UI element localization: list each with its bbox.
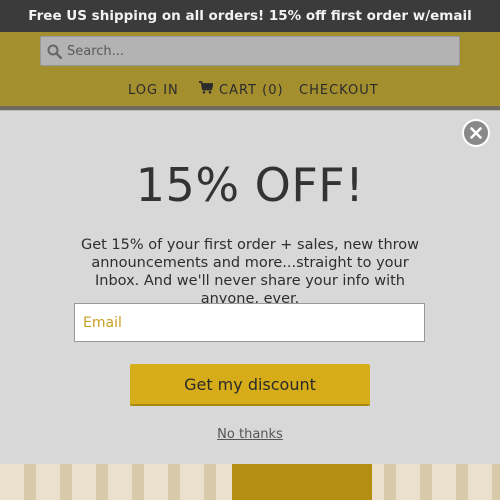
- modal-description: Get 15% of your first order + sales, new…: [80, 237, 420, 307]
- close-button[interactable]: [462, 119, 490, 147]
- login-link[interactable]: LOG IN: [128, 80, 179, 102]
- email-field-wrapper[interactable]: [74, 303, 425, 342]
- cart-icon: [199, 80, 214, 102]
- cart-link[interactable]: CART (0): [199, 80, 284, 102]
- search-box[interactable]: [40, 36, 460, 66]
- background-photo-accent: [232, 460, 372, 500]
- modal-title: 15% OFF!: [135, 158, 365, 212]
- search-icon: [47, 44, 63, 60]
- search-input[interactable]: [67, 37, 452, 65]
- announcement-bar: Free US shipping on all orders! 15% off …: [0, 0, 500, 56]
- email-field[interactable]: [75, 304, 424, 341]
- checkout-link[interactable]: CHECKOUT: [299, 80, 379, 102]
- no-thanks-link[interactable]: No thanks: [0, 427, 500, 442]
- main-nav: LOG IN CART (0) CHECKOUT: [0, 80, 500, 102]
- cart-label: CART (0): [219, 83, 284, 98]
- get-discount-button[interactable]: Get my discount: [130, 364, 370, 406]
- site-header: LOG IN CART (0) CHECKOUT: [0, 32, 500, 106]
